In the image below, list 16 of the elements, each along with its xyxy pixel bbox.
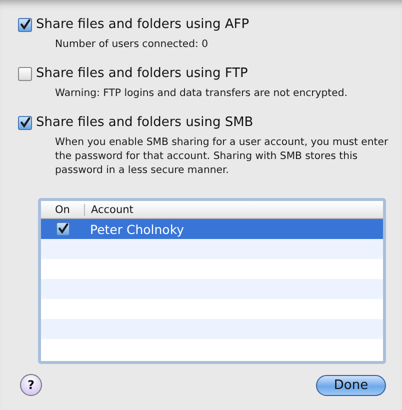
checkbox[interactable] — [18, 116, 32, 130]
done-button[interactable]: Done — [316, 374, 386, 396]
option-note: Warning: FTP logins and data transfers are not encrypted. — [55, 87, 348, 101]
checkbox[interactable] — [18, 18, 32, 32]
option-note: Number of users connected: 0 — [55, 38, 210, 52]
option-label: Share files and folders using FTP — [36, 66, 248, 81]
help-button[interactable]: ? — [20, 374, 42, 396]
account-name: Peter Cholnoky — [89, 222, 186, 236]
account-row[interactable]: Peter Cholnoky — [41, 219, 383, 239]
option-label: Share files and folders using AFP — [36, 17, 250, 32]
option-label: Share files and folders using SMB — [36, 115, 254, 130]
column-header[interactable]: On — [41, 204, 84, 216]
checkbox[interactable] — [56, 222, 70, 236]
column-header[interactable]: Account — [84, 204, 383, 216]
checkbox[interactable] — [18, 66, 32, 80]
option-note: When you enable SMB sharing for a user account, you must enter the password for that account. Sharing with SMB stores this password in a less secure manner. — [55, 136, 390, 178]
